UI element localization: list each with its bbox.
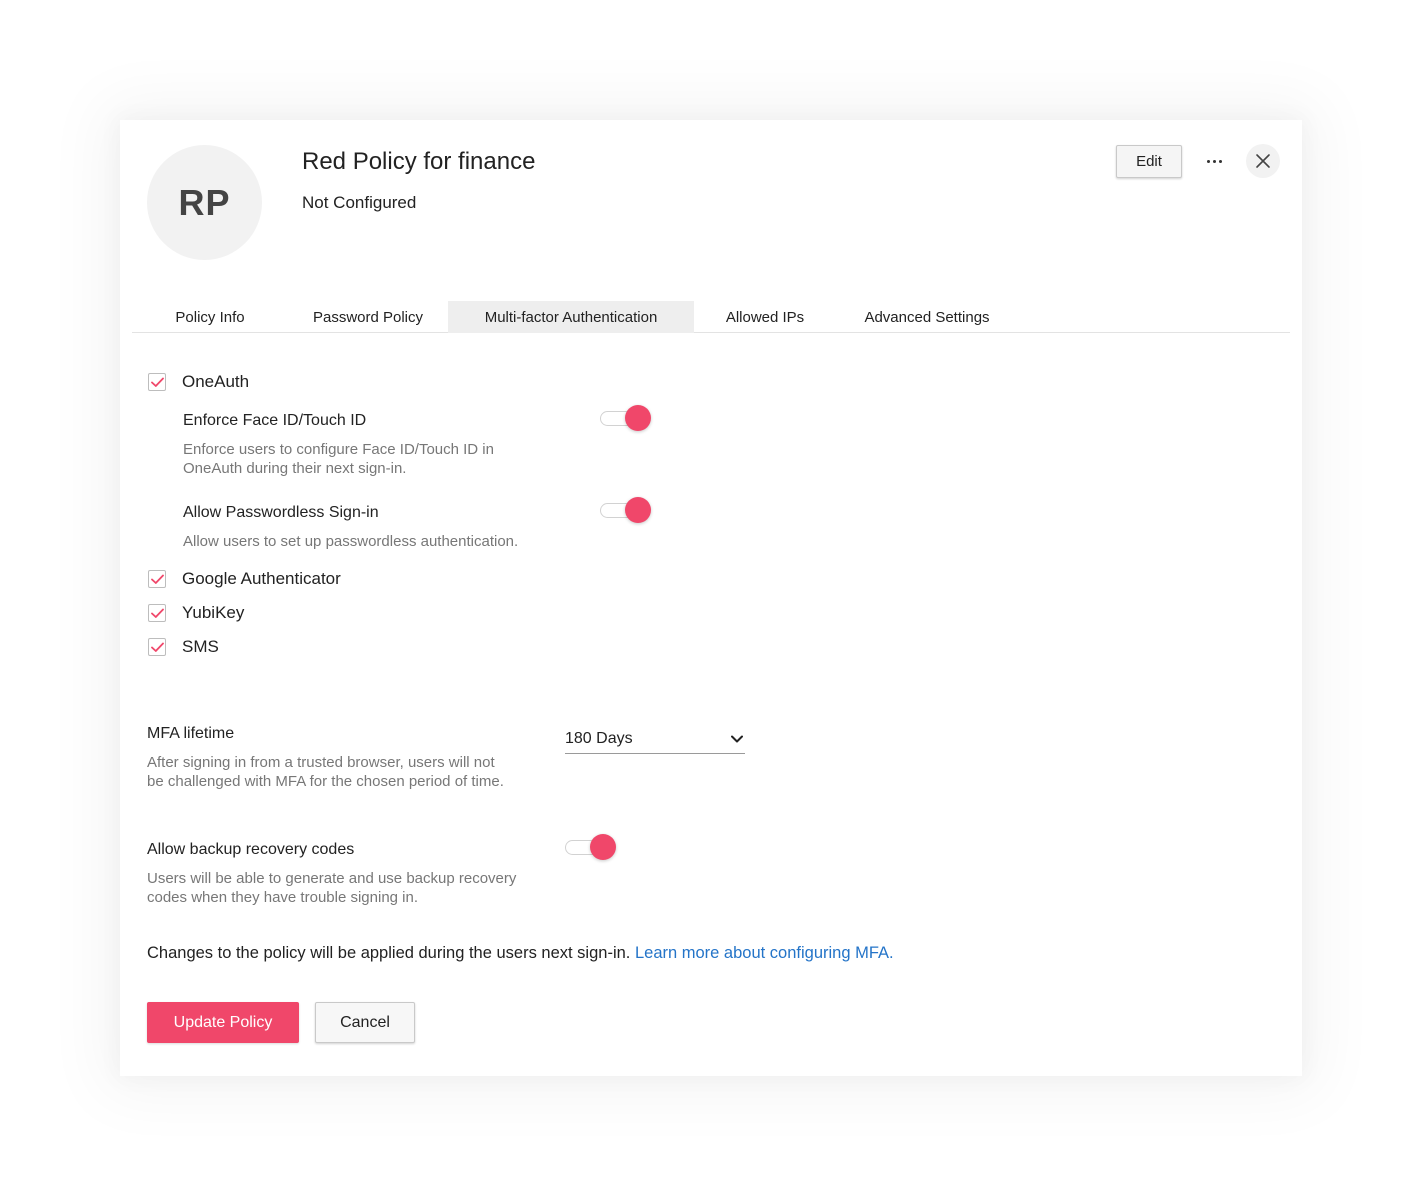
check-icon bbox=[150, 608, 164, 618]
google-authenticator-checkbox[interactable] bbox=[148, 570, 166, 588]
tab-password-policy[interactable]: Password Policy bbox=[288, 301, 448, 333]
more-options-icon[interactable] bbox=[1202, 147, 1226, 175]
tab-multi-factor-authentication[interactable]: Multi-factor Authentication bbox=[448, 301, 694, 333]
mfa-method-sms: SMS bbox=[148, 637, 219, 657]
avatar-initials: RP bbox=[178, 181, 231, 223]
backup-codes-title: Allow backup recovery codes bbox=[147, 841, 355, 858]
tab-allowed-ips[interactable]: Allowed IPs bbox=[694, 301, 836, 333]
passwordless-title: Allow Passwordless Sign-in bbox=[183, 504, 379, 521]
page-title: Red Policy for finance bbox=[302, 148, 536, 175]
mfa-lifetime-description: After signing in from a trusted browser,… bbox=[147, 754, 504, 790]
close-icon bbox=[1256, 154, 1270, 168]
face-id-description: Enforce users to configure Face ID/Touch… bbox=[183, 441, 494, 477]
oneauth-label: OneAuth bbox=[182, 372, 250, 391]
mfa-lifetime-select[interactable]: 180 Days bbox=[565, 724, 745, 754]
update-policy-button[interactable]: Update Policy bbox=[147, 1002, 299, 1043]
check-icon bbox=[150, 642, 164, 652]
policy-change-note: Changes to the policy will be applied du… bbox=[147, 944, 894, 962]
yubikey-checkbox[interactable] bbox=[148, 604, 166, 622]
google-authenticator-label: Google Authenticator bbox=[182, 569, 341, 588]
tab-policy-info[interactable]: Policy Info bbox=[132, 301, 288, 333]
mfa-method-oneauth: OneAuth bbox=[148, 372, 249, 392]
face-id-toggle[interactable] bbox=[600, 405, 652, 431]
check-icon bbox=[150, 574, 164, 584]
check-icon bbox=[150, 377, 164, 387]
mfa-lifetime-title: MFA lifetime bbox=[147, 725, 235, 742]
backup-codes-toggle[interactable] bbox=[565, 834, 617, 860]
mfa-method-yubikey: YubiKey bbox=[148, 603, 244, 623]
face-id-title: Enforce Face ID/Touch ID bbox=[183, 412, 367, 429]
oneauth-checkbox[interactable] bbox=[148, 373, 166, 391]
policy-detail-panel: RP Red Policy for finance Not Configured… bbox=[120, 120, 1302, 1076]
avatar: RP bbox=[147, 145, 262, 260]
status-text: Not Configured bbox=[302, 193, 417, 212]
tab-advanced-settings[interactable]: Advanced Settings bbox=[836, 301, 1018, 333]
sms-checkbox[interactable] bbox=[148, 638, 166, 656]
mfa-lifetime-value: 180 Days bbox=[565, 729, 633, 747]
close-button[interactable] bbox=[1246, 144, 1280, 178]
chevron-down-icon bbox=[731, 735, 743, 742]
tab-bar: Policy Info Password Policy Multi-factor… bbox=[132, 301, 1290, 333]
cancel-button[interactable]: Cancel bbox=[315, 1002, 415, 1043]
passwordless-description: Allow users to set up passwordless authe… bbox=[183, 533, 519, 550]
yubikey-label: YubiKey bbox=[182, 603, 245, 622]
sms-label: SMS bbox=[182, 637, 219, 656]
backup-codes-description: Users will be able to generate and use b… bbox=[147, 870, 517, 906]
edit-button[interactable]: Edit bbox=[1116, 145, 1182, 178]
passwordless-toggle[interactable] bbox=[600, 497, 652, 523]
learn-more-link[interactable]: Learn more about configuring MFA. bbox=[635, 944, 894, 962]
mfa-method-google-authenticator: Google Authenticator bbox=[148, 569, 341, 589]
